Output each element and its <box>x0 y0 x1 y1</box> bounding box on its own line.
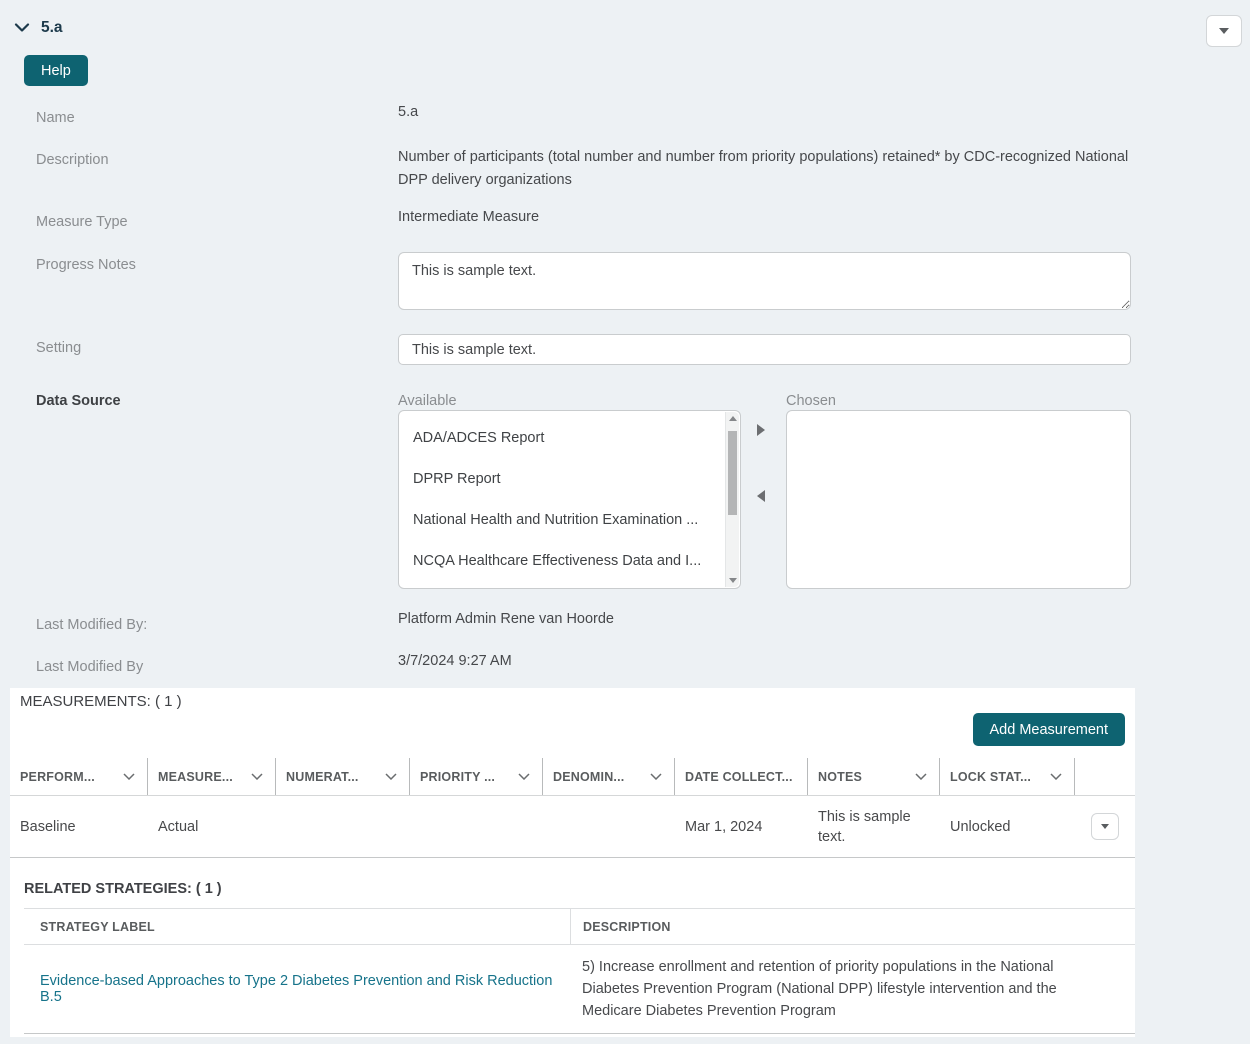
cell-lock-status: Unlocked <box>940 817 1075 837</box>
chevron-down-icon <box>1050 773 1062 780</box>
strategy-row: Evidence-based Approaches to Type 2 Diab… <box>24 945 1135 1034</box>
column-header-performance[interactable]: PERFORM... <box>10 758 148 795</box>
name-value: 5.a <box>398 104 418 120</box>
cell-performance: Baseline <box>10 817 148 837</box>
caret-down-icon <box>1101 824 1109 829</box>
available-list-item[interactable]: DPRP Report <box>399 458 740 499</box>
description-value: Number of participants (total number and… <box>398 146 1138 191</box>
available-list-label: Available <box>398 393 457 409</box>
available-list-item[interactable]: NCQA Healthcare Effectiveness Data and I… <box>399 540 740 581</box>
chevron-down-icon <box>650 773 662 780</box>
related-strategies-header: STRATEGY LABEL DESCRIPTION <box>24 908 1135 945</box>
name-label: Name <box>36 110 75 126</box>
column-header-description: DESCRIPTION <box>570 909 1135 944</box>
available-list-scrollbar[interactable] <box>725 412 739 587</box>
measurements-table-header: PERFORM... MEASURE... NUMERAT... PRIORIT… <box>10 758 1135 796</box>
last-modified-date-label: Last Modified By <box>36 659 143 675</box>
scroll-up-icon[interactable] <box>729 416 737 421</box>
related-strategies-table: STRATEGY LABEL DESCRIPTION Evidence-base… <box>24 908 1135 1034</box>
chevron-down-icon <box>518 773 530 780</box>
strategy-link[interactable]: Evidence-based Approaches to Type 2 Diab… <box>40 973 570 1005</box>
progress-notes-label: Progress Notes <box>36 257 136 273</box>
cell-measure: Actual <box>148 817 276 837</box>
cell-date-collected: Mar 1, 2024 <box>675 817 808 837</box>
section-header: 5.a <box>14 19 63 37</box>
related-strategies-title: RELATED STRATEGIES: ( 1 ) <box>24 881 222 897</box>
section-menu-button[interactable] <box>1206 15 1242 47</box>
last-modified-date-value: 3/7/2024 9:27 AM <box>398 653 512 669</box>
page-title: 5.a <box>41 19 63 37</box>
column-header-denominator[interactable]: DENOMIN... <box>543 758 675 795</box>
chosen-list-label: Chosen <box>786 393 836 409</box>
caret-down-icon <box>1219 28 1229 34</box>
last-modified-by-label: Last Modified By: <box>36 617 147 633</box>
column-header-lock-status[interactable]: LOCK STAT... <box>940 758 1075 795</box>
chevron-down-icon <box>915 773 927 780</box>
column-header-notes[interactable]: NOTES <box>808 758 940 795</box>
column-header-numerator[interactable]: NUMERAT... <box>276 758 410 795</box>
chevron-down-icon <box>385 773 397 780</box>
available-list-item[interactable]: National Health and Nutrition Examinatio… <box>399 499 740 540</box>
column-header-actions <box>1075 758 1135 795</box>
help-button[interactable]: Help <box>24 55 88 86</box>
add-measurement-button[interactable]: Add Measurement <box>973 713 1125 746</box>
strategy-description: 5) Increase enrollment and retention of … <box>570 945 1135 1033</box>
available-listbox[interactable]: ADA/ADCES Report DPRP Report National He… <box>398 410 741 589</box>
scroll-down-icon[interactable] <box>729 578 737 583</box>
setting-input[interactable] <box>398 334 1131 365</box>
column-header-date-collected[interactable]: DATE COLLECT... <box>675 758 808 795</box>
measure-type-label: Measure Type <box>36 214 128 230</box>
available-list-item[interactable]: ADA/ADCES Report <box>399 417 740 458</box>
progress-notes-input[interactable]: This is sample text. <box>398 252 1131 310</box>
move-to-chosen-icon[interactable] <box>757 424 765 436</box>
data-source-label: Data Source <box>36 393 121 409</box>
chevron-down-icon <box>251 773 263 780</box>
column-header-measure[interactable]: MEASURE... <box>148 758 276 795</box>
measure-type-value: Intermediate Measure <box>398 209 539 225</box>
setting-label: Setting <box>36 340 81 356</box>
column-header-strategy-label: STRATEGY LABEL <box>24 909 570 944</box>
measurements-panel: MEASUREMENTS: ( 1 ) Add Measurement PERF… <box>10 688 1135 1037</box>
cell-notes: This is sample text. <box>808 807 940 847</box>
last-modified-by-value: Platform Admin Rene van Hoorde <box>398 611 614 627</box>
chosen-listbox[interactable] <box>786 410 1131 589</box>
description-label: Description <box>36 152 109 168</box>
scrollbar-thumb[interactable] <box>728 431 737 515</box>
measurements-title: MEASUREMENTS: ( 1 ) <box>20 693 182 710</box>
chevron-down-icon <box>123 773 135 780</box>
column-header-priority[interactable]: PRIORITY ... <box>410 758 543 795</box>
cell-actions <box>1075 813 1135 840</box>
move-to-available-icon[interactable] <box>757 490 765 502</box>
row-menu-button[interactable] <box>1091 813 1119 840</box>
measurement-row[interactable]: Baseline Actual Mar 1, 2024 This is samp… <box>10 796 1135 858</box>
collapse-chevron-icon[interactable] <box>14 23 30 33</box>
